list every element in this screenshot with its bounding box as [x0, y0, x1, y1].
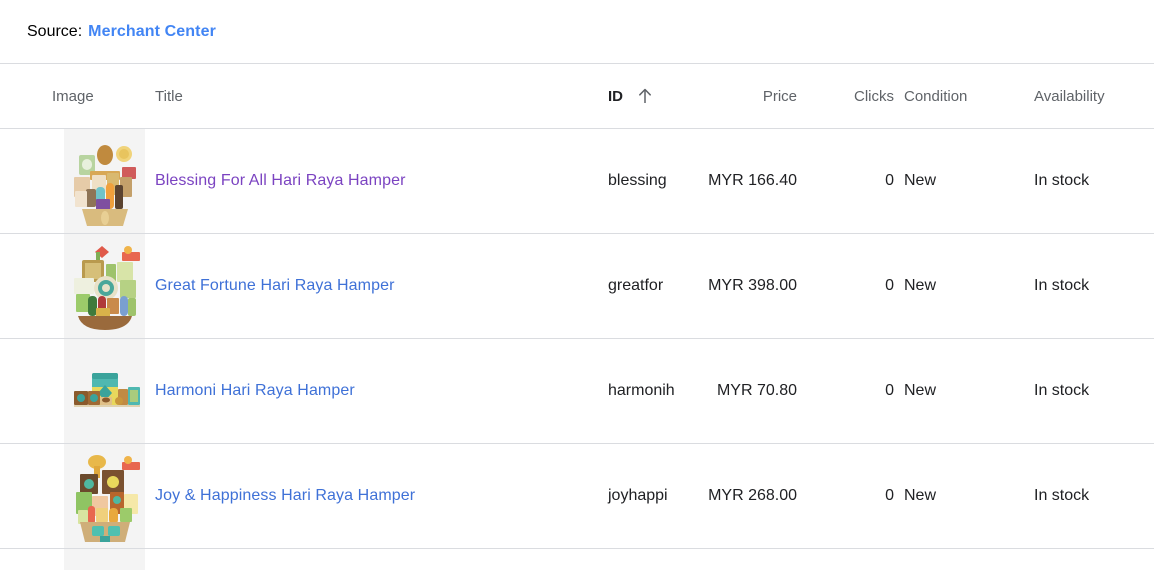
- product-id-cell: joyhappi: [608, 487, 668, 504]
- product-thumbnail-frame: [64, 339, 145, 443]
- product-availability-cell: In stock: [1034, 172, 1090, 189]
- product-thumbnail-image: [65, 448, 144, 544]
- product-title-link[interactable]: Harmoni Hari Raya Hamper: [155, 382, 355, 399]
- product-image-cell: [0, 444, 145, 549]
- product-image-cell: [0, 549, 145, 570]
- column-header-clicks-label: Clicks: [854, 87, 894, 105]
- table-row[interactable]: [0, 548, 1154, 570]
- product-condition-cell: New: [904, 172, 937, 189]
- column-header-id[interactable]: ID: [600, 64, 692, 129]
- product-title-link[interactable]: Great Fortune Hari Raya Hamper: [155, 277, 395, 294]
- product-thumbnail-image: [65, 343, 144, 439]
- products-table: Image Title ID Price Clicks Condition Av…: [0, 63, 1154, 570]
- product-clicks-cell: 0: [885, 277, 894, 294]
- product-price-cell: MYR 398.00: [708, 277, 797, 294]
- column-header-price[interactable]: Price: [692, 64, 797, 129]
- product-clicks-cell: [797, 549, 902, 570]
- column-header-condition-label: Condition: [904, 87, 968, 105]
- product-availability-cell: In stock: [1034, 382, 1090, 399]
- product-thumbnail-frame: [64, 234, 145, 338]
- product-availability-cell: [1019, 549, 1154, 570]
- merchant-center-link[interactable]: Merchant Center: [88, 23, 216, 41]
- product-clicks-cell: 0: [885, 487, 894, 504]
- product-thumbnail-image: [65, 553, 144, 570]
- column-header-availability-label: Availability: [1034, 87, 1105, 105]
- product-feed-page: Source: Merchant Center Image Title ID P…: [0, 0, 1154, 570]
- product-condition-cell: New: [904, 277, 937, 294]
- product-title-cell: Harmoni Hari Raya Hamper: [145, 339, 600, 444]
- column-header-id-label: ID: [608, 87, 623, 105]
- product-id-cell: harmonih: [608, 382, 675, 399]
- column-header-title-label: Title: [155, 87, 183, 105]
- column-header-clicks[interactable]: Clicks: [797, 64, 902, 129]
- product-price-cell: MYR 166.40: [708, 172, 797, 189]
- product-image-cell: [0, 339, 145, 444]
- column-header-price-label: Price: [762, 87, 797, 105]
- arrow-up-icon[interactable]: [637, 87, 653, 105]
- product-condition-cell: New: [904, 487, 937, 504]
- product-image-cell: [0, 234, 145, 339]
- product-price-cell: MYR 70.80: [716, 382, 797, 399]
- column-header-title[interactable]: Title: [145, 64, 600, 129]
- product-availability-cell: In stock: [1034, 487, 1090, 504]
- table-row[interactable]: Great Fortune Hari Raya Hamper greatfor …: [0, 233, 1154, 339]
- products-table-body: Blessing For All Hari Raya Hamper blessi…: [0, 128, 1154, 570]
- product-price-cell: [692, 549, 797, 570]
- product-thumbnail-frame: [64, 129, 145, 233]
- product-thumbnail-frame: [64, 444, 145, 548]
- table-row[interactable]: Blessing For All Hari Raya Hamper blessi…: [0, 128, 1154, 234]
- product-thumbnail-image: [65, 133, 144, 229]
- product-title-cell: Joy & Happiness Hari Raya Hamper: [145, 444, 600, 549]
- product-title-cell: [145, 549, 600, 570]
- product-title-link[interactable]: Blessing For All Hari Raya Hamper: [155, 172, 406, 189]
- product-availability-cell: In stock: [1034, 277, 1090, 294]
- source-label: Source:: [27, 22, 83, 40]
- source-bar: Source: Merchant Center: [0, 0, 1154, 63]
- product-price-cell: MYR 268.00: [708, 487, 797, 504]
- product-thumbnail-frame: [64, 549, 145, 570]
- product-thumbnail-image: [65, 238, 144, 334]
- product-title-link[interactable]: Joy & Happiness Hari Raya Hamper: [155, 487, 415, 504]
- column-header-condition[interactable]: Condition: [902, 64, 1019, 129]
- product-clicks-cell: 0: [885, 382, 894, 399]
- product-id-cell: blessing: [608, 172, 667, 189]
- column-header-image[interactable]: Image: [0, 64, 145, 129]
- product-id-cell: greatfor: [608, 277, 664, 294]
- table-header-row: Image Title ID Price Clicks Condition Av…: [0, 63, 1154, 129]
- product-image-cell: [0, 129, 145, 234]
- product-clicks-cell: 0: [885, 172, 894, 189]
- table-row[interactable]: Joy & Happiness Hari Raya Hamper joyhapp…: [0, 443, 1154, 549]
- column-header-availability[interactable]: Availability: [1019, 64, 1154, 129]
- product-title-cell: Blessing For All Hari Raya Hamper: [145, 129, 600, 234]
- table-row[interactable]: Harmoni Hari Raya Hamper harmonih MYR 70…: [0, 338, 1154, 444]
- product-title-cell: Great Fortune Hari Raya Hamper: [145, 234, 600, 339]
- product-condition-cell: New: [904, 382, 937, 399]
- column-header-image-label: Image: [52, 87, 94, 105]
- product-id-cell: [600, 549, 692, 570]
- product-condition-cell: [902, 549, 1019, 570]
